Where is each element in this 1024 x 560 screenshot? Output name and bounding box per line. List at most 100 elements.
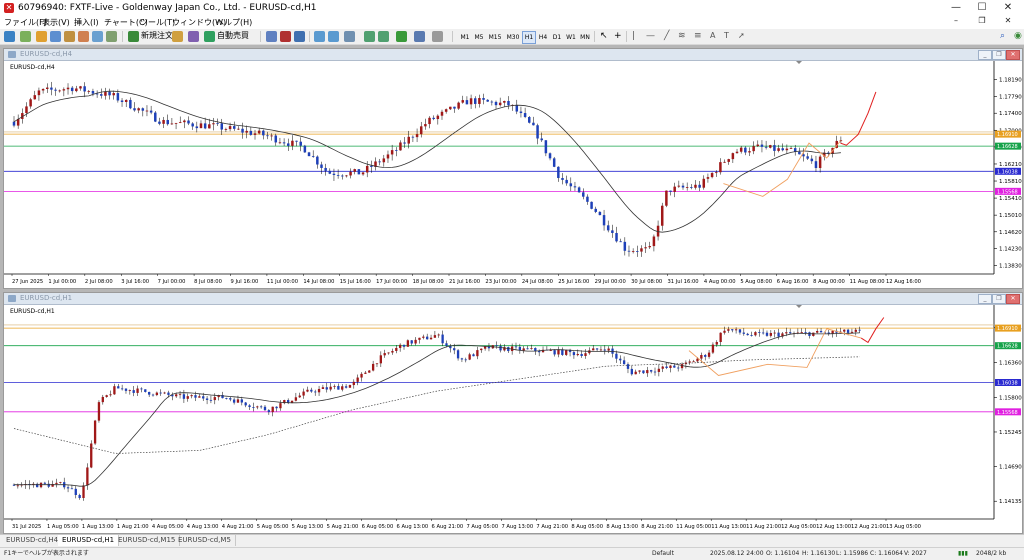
periods-icon[interactable] [414, 31, 425, 42]
candle-body [460, 358, 464, 360]
crosshair-tool-icon[interactable]: + [614, 30, 622, 42]
timeframe-m1[interactable]: M1 [458, 31, 472, 44]
timeframe-h1[interactable]: H1 [522, 31, 536, 44]
trendline-icon[interactable]: ╱ [664, 30, 669, 42]
line-chart-icon[interactable] [294, 31, 305, 42]
candle-body [532, 122, 535, 126]
indicators-icon[interactable] [188, 31, 199, 42]
chart-shift-icon[interactable] [378, 31, 389, 42]
candle-body [149, 110, 153, 113]
chart-restore-button[interactable]: ❐ [992, 294, 1006, 304]
candle-body [365, 165, 369, 173]
candle-body [145, 110, 149, 112]
tab-eurusd-h1[interactable]: EURUSD-cd,H1 [58, 535, 120, 546]
chat-icon[interactable]: ◉ [1014, 30, 1022, 42]
arrows-tool-icon[interactable]: ➚ [738, 30, 745, 42]
new-chart-icon[interactable] [4, 31, 15, 42]
meta-editor-icon[interactable] [106, 31, 117, 42]
chart-plot-area[interactable]: 1.181901.177901.174001.170001.166101.162… [4, 61, 1022, 288]
chart-minimize-button[interactable]: _ [978, 50, 992, 60]
templates-icon[interactable] [432, 31, 443, 42]
chart-restore-button[interactable]: ❐ [992, 50, 1006, 60]
candle-body [174, 122, 178, 124]
channel-icon[interactable]: ≋ [678, 30, 686, 42]
tab-eurusd-m15[interactable]: EURUSD-cd,M15 [114, 535, 181, 546]
candle-body [706, 177, 710, 179]
candle-body [275, 406, 278, 409]
market-watch-icon[interactable] [36, 31, 47, 42]
tab-eurusd-m5[interactable]: EURUSD-cd,M5 [174, 535, 236, 546]
chart-window-h1[interactable]: EURUSD-cd,H1 _ ❐ ✕ 1.169151.163601.15800… [3, 292, 1023, 534]
horizontal-line-icon[interactable]: — [646, 30, 655, 42]
new-order-button[interactable]: 新規注文 [141, 30, 173, 42]
time-tick-label: 31 Jul 16:00 [668, 279, 699, 285]
autoscroll-icon[interactable] [364, 31, 375, 42]
candle-body [619, 358, 622, 361]
candle-body [147, 391, 151, 395]
menu-help[interactable]: ヘルプ(H) [216, 17, 252, 28]
menu-file[interactable]: ファイル(F) [4, 17, 47, 28]
auto-trade-icon[interactable] [204, 31, 215, 42]
h1-chart-svg[interactable]: 1.169151.163601.158001.152451.146901.141… [4, 305, 1022, 533]
zoom-out-icon[interactable] [328, 31, 339, 42]
candle-body [178, 394, 182, 396]
candle-body [357, 169, 361, 175]
fibonacci-icon[interactable]: ≡ [694, 30, 702, 42]
chart-close-button[interactable]: ✕ [1006, 50, 1020, 60]
window-title: 60796940: FXTF-Live - Goldenway Japan Co… [18, 3, 317, 13]
chart-close-button[interactable]: ✕ [1006, 294, 1020, 304]
timeframe-h4[interactable]: H4 [536, 31, 550, 44]
menu-tools[interactable]: ツール(T) [140, 17, 175, 28]
candle-body [727, 329, 730, 331]
new-order-icon[interactable] [128, 31, 139, 42]
label-tool-icon[interactable]: T [724, 30, 729, 42]
zoom-in-icon[interactable] [314, 31, 325, 42]
timeframe-d1[interactable]: D1 [550, 31, 564, 44]
candle-body [673, 365, 676, 368]
candle-body [329, 386, 332, 390]
candle-body [324, 167, 327, 171]
chart-plot-area[interactable]: 1.169151.163601.158001.152451.146901.141… [4, 305, 1022, 533]
candle-body [669, 365, 672, 368]
text-tool-icon[interactable]: A [710, 30, 715, 42]
candle-body [507, 347, 510, 352]
timeframe-m30[interactable]: M30 [504, 31, 522, 44]
mdi-minimize-button[interactable]: – [942, 14, 970, 27]
terminal-icon[interactable] [78, 31, 89, 42]
candle-body [565, 350, 568, 355]
menu-insert[interactable]: 挿入(I) [74, 17, 99, 28]
candle-body [278, 142, 282, 144]
navigator-icon[interactable] [64, 31, 75, 42]
bar-chart-icon[interactable] [266, 31, 277, 42]
data-window-icon[interactable] [50, 31, 61, 42]
candle-body [752, 146, 755, 152]
candle-body [426, 336, 429, 340]
timeframe-m5[interactable]: M5 [472, 31, 486, 44]
candle-body [652, 236, 656, 247]
cursor-tool-icon[interactable]: ↖ [600, 30, 608, 42]
menu-view[interactable]: 表示(V) [42, 17, 70, 28]
timeframe-w1[interactable]: W1 [564, 31, 578, 44]
candle-body [715, 341, 718, 345]
profiles-icon[interactable] [20, 31, 31, 42]
auto-trade-button[interactable]: 自動売買 [217, 30, 249, 42]
candle-body [480, 348, 483, 351]
indicator-list-icon[interactable] [396, 31, 407, 42]
h4-chart-svg[interactable]: 1.181901.177901.174001.170001.166101.162… [4, 61, 1022, 288]
experts-icon[interactable] [172, 31, 183, 42]
chart-minimize-button[interactable]: _ [978, 294, 992, 304]
tile-windows-icon[interactable] [344, 31, 355, 42]
tab-eurusd-h4[interactable]: EURUSD-cd,H4 [2, 535, 64, 546]
timeframe-mn[interactable]: MN [578, 31, 592, 44]
chart-window-h4[interactable]: EURUSD-cd,H4 _ ❐ ✕ 1.18190 1.17790 1.17400… [3, 48, 1023, 289]
timeframe-m15[interactable]: M15 [486, 31, 504, 44]
mdi-restore-button[interactable]: ❐ [968, 14, 996, 27]
vertical-line-icon[interactable]: | [632, 30, 635, 42]
mdi-close-button[interactable]: ✕ [994, 14, 1022, 27]
price-tick-label: 1.16360 [999, 360, 1022, 366]
search-icon[interactable]: ⌕ [1000, 30, 1005, 42]
candlestick-icon[interactable] [280, 31, 291, 42]
candle-body [742, 332, 745, 334]
tester-icon[interactable] [92, 31, 103, 42]
candle-body [785, 148, 789, 151]
